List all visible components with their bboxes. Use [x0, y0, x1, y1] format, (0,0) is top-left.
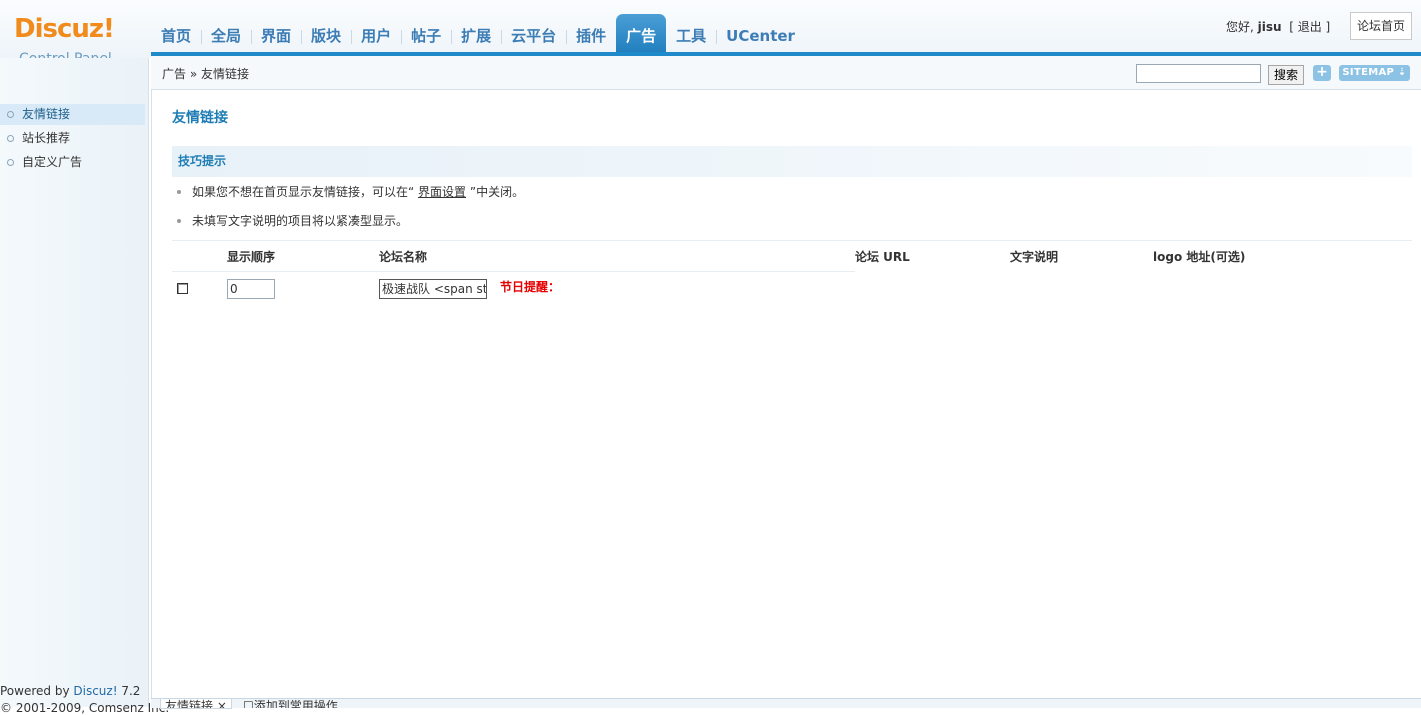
copyright: © 2001-2009, Comsenz Inc.: [0, 701, 170, 715]
display-order-input[interactable]: 0: [227, 279, 275, 299]
nav-item-users[interactable]: 用户: [351, 23, 401, 55]
logout-bracket-close: ]: [1321, 20, 1331, 34]
nav-item-home[interactable]: 首页: [151, 23, 201, 55]
powered-by: Powered by Discuz! 7.2: [0, 683, 140, 699]
tip-text-after: ”中关闭。: [466, 185, 525, 199]
page-title: 友情链接: [172, 110, 228, 126]
sitemap-button[interactable]: SITEMAP ⇣: [1339, 65, 1410, 81]
tip-text: 如果您不想在首页显示友情链接，可以在“ 界面设置 ”中关闭。: [192, 185, 524, 200]
bullet-icon: [177, 190, 181, 194]
powered-prefix: Powered by: [0, 684, 74, 698]
add-shortcut-icon[interactable]: +: [1313, 65, 1331, 81]
column-header-order: 显示顺序: [227, 250, 276, 264]
logout-link[interactable]: 退出: [1298, 20, 1322, 34]
nav-item-forums[interactable]: 版块: [301, 23, 351, 55]
tips-title: 技巧提示: [178, 154, 227, 168]
holiday-reminder-text: 节日提醒：: [500, 280, 561, 294]
close-icon[interactable]: ×: [217, 699, 227, 708]
nav-item-ucenter[interactable]: UCenter: [716, 23, 805, 55]
nav-item-cloud[interactable]: 云平台: [501, 23, 566, 55]
nav-item-plugins[interactable]: 插件: [566, 23, 616, 55]
nav-item-extended[interactable]: 扩展: [451, 23, 501, 55]
main-nav: 首页 全局 界面 版块 用户 帖子 扩展 云平台 插件 广告 工具 UCente…: [151, 14, 805, 55]
sidebar-item-friendlinks[interactable]: 友情链接: [0, 104, 145, 125]
tips-header: 技巧提示: [172, 146, 1412, 177]
column-header-url: 论坛 URL: [855, 250, 910, 264]
sidebar-item-label: 自定义广告: [22, 155, 83, 169]
circle-bullet-icon: [7, 111, 14, 118]
breadcrumb: 广告 » 友情链接: [162, 67, 249, 81]
sidebar-item-label: 站长推荐: [22, 131, 71, 145]
search-input[interactable]: [1136, 64, 1261, 83]
nav-item-tools[interactable]: 工具: [666, 23, 716, 55]
style-settings-link[interactable]: 界面设置: [418, 185, 466, 199]
nav-item-global[interactable]: 全局: [201, 23, 251, 55]
forum-home-button[interactable]: 论坛首页: [1350, 12, 1412, 40]
bottom-tab-label: 友情链接: [165, 699, 214, 709]
search-button[interactable]: 搜索: [1268, 65, 1304, 85]
column-header-description: 文字说明: [1010, 250, 1059, 264]
column-header-logo: logo 地址(可选): [1153, 250, 1246, 264]
powered-version: 7.2: [117, 684, 141, 698]
circle-bullet-icon: [7, 135, 14, 142]
divider: [172, 240, 1412, 241]
username: jisu: [1257, 20, 1282, 34]
bullet-icon: [177, 219, 181, 223]
nav-item-style[interactable]: 界面: [251, 23, 301, 55]
row-delete-checkbox[interactable]: [177, 283, 188, 294]
sidebar-item-recommend[interactable]: 站长推荐: [0, 128, 145, 149]
sidebar-item-label: 友情链接: [22, 107, 71, 121]
nav-item-posts[interactable]: 帖子: [401, 23, 451, 55]
divider: [172, 271, 855, 272]
sidebar-item-custom-ads[interactable]: 自定义广告: [0, 152, 145, 173]
user-info: 您好, jisu [ 退出 ]: [1226, 19, 1330, 35]
logo-main-text: Discuz!: [14, 14, 115, 44]
powered-brand-link[interactable]: Discuz!: [73, 684, 117, 698]
forum-name-input[interactable]: 极速战队 <span style: [379, 279, 487, 299]
bottom-tab-friendlinks[interactable]: 友情链接 ×: [160, 699, 232, 709]
breadcrumb-bar: 广告 » 友情链接 搜索 + SITEMAP ⇣: [151, 56, 1421, 90]
main-content: 友情链接 技巧提示 如果您不想在首页显示友情链接，可以在“ 界面设置 ”中关闭。…: [151, 90, 1421, 698]
greeting-text: 您好,: [1226, 20, 1254, 34]
column-header-name: 论坛名称: [379, 250, 428, 264]
header: Discuz! Control Panel 首页 全局 界面 版块 用户 帖子 …: [0, 0, 1421, 67]
nav-item-ads[interactable]: 广告: [616, 14, 667, 55]
circle-bullet-icon: [7, 159, 14, 166]
sidebar: 友情链接 站长推荐 自定义广告 Powered by Discuz! 7.2 ©…: [0, 58, 169, 714]
tip-text: 未填写文字说明的项目将以紧凑型显示。: [192, 214, 409, 228]
logout-bracket-open: [: [1285, 20, 1298, 34]
tip-text-before: 如果您不想在首页显示友情链接，可以在“: [192, 185, 419, 199]
